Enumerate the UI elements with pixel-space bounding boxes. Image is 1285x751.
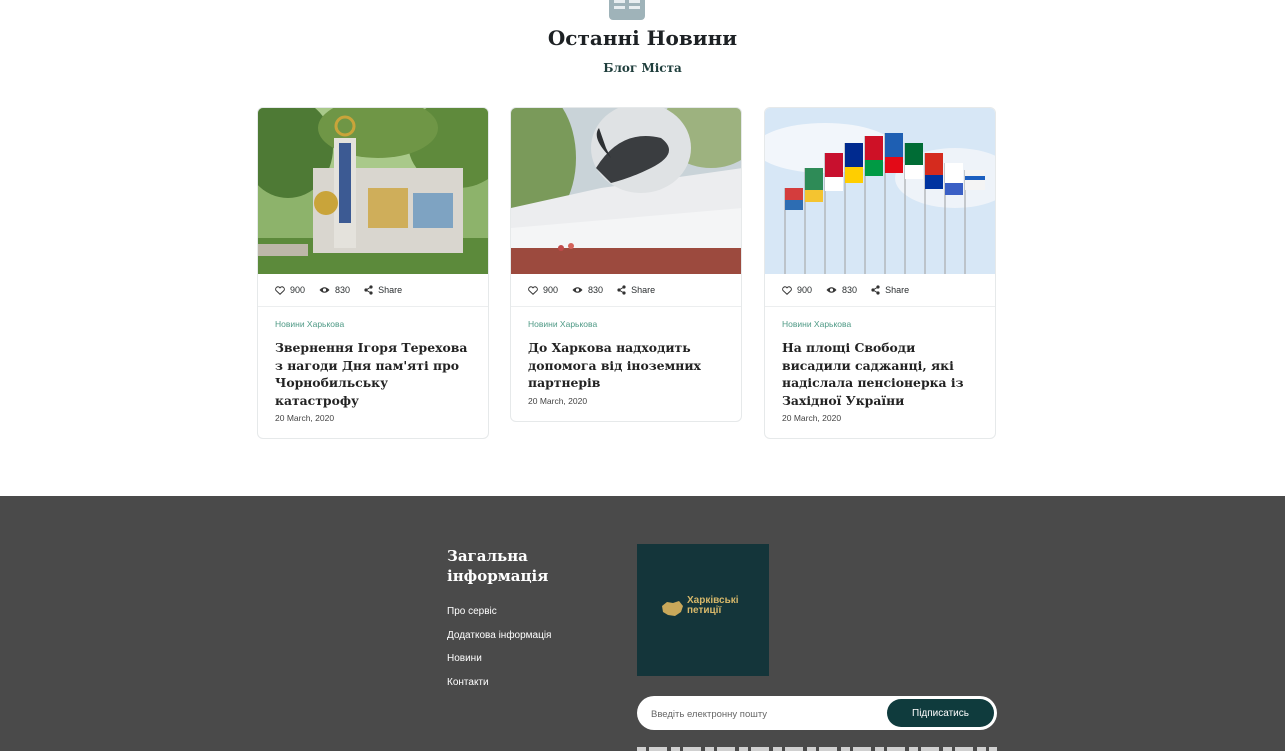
section-title: Останні Новини [547, 26, 738, 50]
share-icon [364, 285, 373, 295]
footer-link-contacts[interactable]: Контакти [447, 677, 551, 689]
views-count: 830 [842, 285, 858, 295]
likes[interactable]: 900 [528, 285, 558, 295]
logo-line2: петиції [687, 605, 722, 616]
likes-count: 900 [543, 285, 559, 295]
footer-link-about[interactable]: Про сервіс [447, 606, 551, 618]
share-label: Share [885, 285, 910, 295]
card-title[interactable]: Звернення Ігоря Терехова з нагоди Дня па… [275, 339, 471, 409]
card-category[interactable]: Новини Харькова [528, 319, 724, 329]
subscribe-button[interactable]: Підписатись [887, 699, 994, 727]
eye-icon [319, 287, 330, 293]
card-title[interactable]: На площі Свободи висадили саджанці, які … [782, 339, 978, 409]
card-category[interactable]: Новини Харькова [782, 319, 978, 329]
share-label: Share [378, 285, 403, 295]
news-section: Останні Новини Блог Міста 900 830 Share … [0, 0, 1285, 496]
card-meta: 900 830 Share [511, 274, 741, 307]
footer-link-additional-info[interactable]: Додаткова інформація [447, 630, 551, 642]
logo[interactable]: Харківські петиції [637, 544, 769, 676]
news-image-memorial[interactable] [511, 108, 742, 274]
likes-count: 900 [797, 285, 813, 295]
news-card[interactable]: 900 830 Share Новини Харькова На площі С… [764, 107, 996, 439]
share-button[interactable]: Share [364, 285, 402, 295]
news-image-flags[interactable] [765, 108, 996, 274]
map-icon [662, 601, 683, 616]
card-meta: 900 830 Share [765, 274, 995, 307]
news-card[interactable]: 900 830 Share Новини Харькова До Харкова… [510, 107, 742, 422]
news-card[interactable]: 900 830 Share Новини Харькова Звернення … [257, 107, 489, 439]
likes[interactable]: 900 [782, 285, 812, 295]
heart-icon [275, 285, 285, 295]
card-date: 20 March, 2020 [782, 413, 842, 423]
likes[interactable]: 900 [275, 285, 305, 295]
eye-icon [572, 287, 583, 293]
card-category[interactable]: Новини Харькова [275, 319, 471, 329]
footer-info-title: Загальна інформація [447, 547, 549, 585]
section-subtitle: Блог Міста [603, 61, 682, 75]
card-title[interactable]: До Харкова надходить допомога від інозем… [528, 339, 724, 392]
share-button[interactable]: Share [617, 285, 655, 295]
views-count: 830 [335, 285, 351, 295]
views: 830 [826, 285, 857, 295]
email-input[interactable] [649, 702, 883, 726]
card-meta: 900 830 Share [258, 274, 488, 307]
share-button[interactable]: Share [871, 285, 909, 295]
footer: Загальна інформація Про сервіс Додаткова… [0, 496, 1285, 751]
card-date: 20 March, 2020 [275, 413, 335, 423]
views: 830 [572, 285, 603, 295]
subscribe-form: Підписатись [637, 696, 997, 730]
news-image-chernobyl-sign[interactable] [258, 108, 489, 274]
share-icon [617, 285, 626, 295]
eye-icon [826, 287, 837, 293]
share-icon [871, 285, 880, 295]
footer-links: Про сервіс Додаткова інформація Новини К… [447, 606, 551, 700]
heart-icon [528, 285, 538, 295]
share-label: Share [631, 285, 656, 295]
footer-link-news[interactable]: Новини [447, 653, 551, 665]
likes-count: 900 [290, 285, 306, 295]
views: 830 [319, 285, 350, 295]
card-date: 20 March, 2020 [528, 395, 588, 406]
heart-icon [782, 285, 792, 295]
views-count: 830 [588, 285, 604, 295]
newspaper-icon [609, 0, 645, 20]
logo-text: Харківські петиції [687, 596, 739, 616]
footer-text-cutoff [637, 745, 997, 751]
